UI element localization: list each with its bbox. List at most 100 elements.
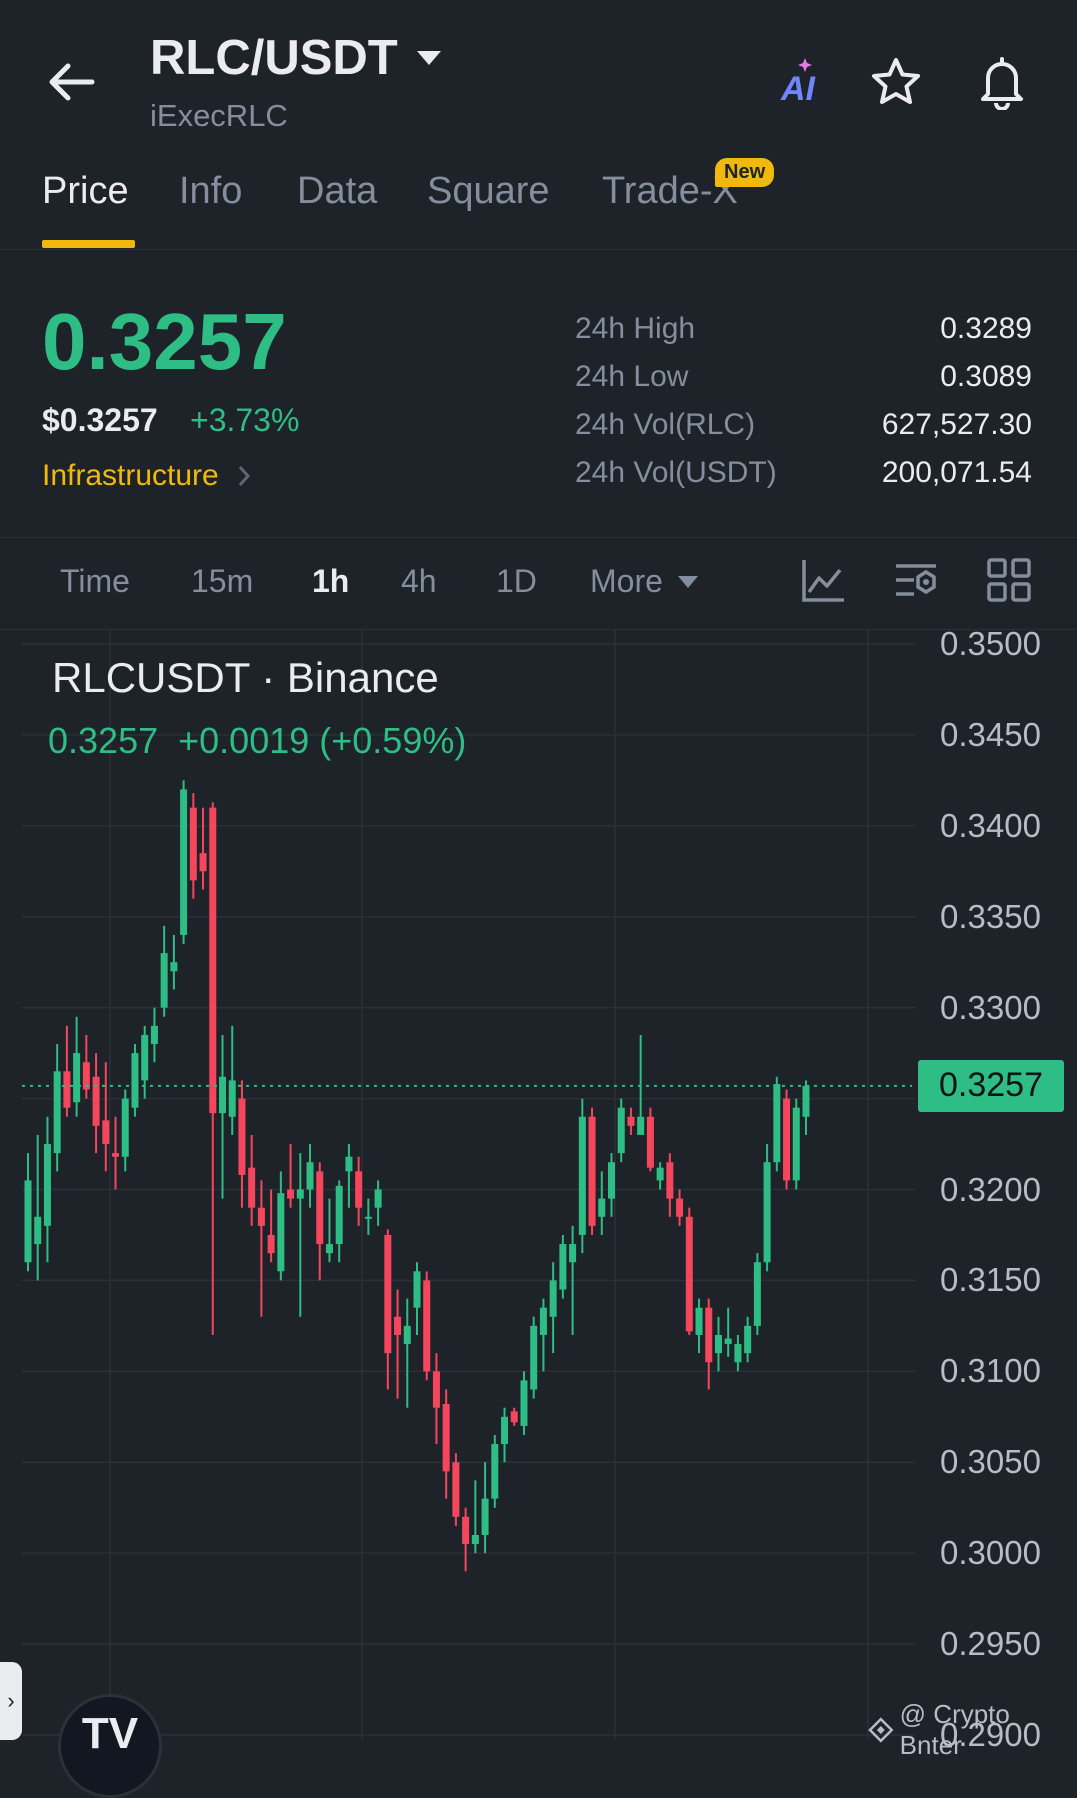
- candle: [617, 1098, 625, 1163]
- candle-body: [218, 1076, 227, 1114]
- indicator-settings-button[interactable]: [892, 556, 940, 604]
- candle-body: [481, 1498, 489, 1535]
- legend-price: 0.3257: [48, 720, 159, 761]
- candle-body: [530, 1325, 538, 1390]
- candle: [92, 1053, 100, 1154]
- candle-body: [199, 853, 207, 872]
- candle: [705, 1298, 713, 1390]
- tab-data[interactable]: Data: [297, 170, 377, 213]
- candle-body: [452, 1462, 460, 1517]
- candle-body: [695, 1307, 703, 1335]
- candle-body: [335, 1185, 343, 1245]
- candle: [792, 1098, 800, 1190]
- candle: [189, 793, 197, 899]
- stat-vol-base-value: 627,527.30: [881, 408, 1032, 441]
- favorite-button[interactable]: [866, 52, 926, 112]
- line-chart-icon: [802, 560, 844, 602]
- candle-body: [462, 1516, 470, 1545]
- candle-body: [491, 1444, 499, 1499]
- candle: [724, 1307, 732, 1357]
- candle: [763, 1144, 771, 1272]
- new-badge: New: [715, 158, 775, 187]
- interval-15m[interactable]: 15m: [191, 563, 253, 600]
- candle-body: [705, 1307, 713, 1363]
- interval-more[interactable]: More: [590, 563, 699, 600]
- tab-info[interactable]: Info: [179, 170, 242, 213]
- candle-body: [685, 1216, 693, 1332]
- candle-body: [189, 807, 197, 881]
- candle-body: [355, 1171, 363, 1208]
- candle: [355, 1156, 363, 1226]
- candle-body: [267, 1234, 275, 1254]
- candle: [753, 1253, 761, 1335]
- interval-time[interactable]: Time: [60, 563, 130, 600]
- tab-price[interactable]: Price: [42, 170, 129, 213]
- candle: [714, 1316, 722, 1372]
- ai-button[interactable]: AI: [768, 52, 828, 112]
- candle: [218, 1034, 227, 1199]
- candlestick-chart[interactable]: [0, 630, 1077, 1740]
- candle-body: [394, 1316, 402, 1335]
- bell-icon: [981, 57, 1023, 110]
- stat-vol-quote-label: 24h Vol(USDT): [575, 456, 777, 489]
- candle: [199, 807, 207, 890]
- stat-vol-quote-value: 200,071.54: [881, 456, 1032, 489]
- stat-low-label: 24h Low: [575, 360, 689, 393]
- candle: [287, 1144, 295, 1208]
- interval-more-label: More: [590, 563, 663, 599]
- tab-square[interactable]: Square: [427, 170, 550, 213]
- candle-body: [112, 1153, 120, 1157]
- candle: [403, 1298, 411, 1408]
- category-link[interactable]: Infrastructure: [42, 459, 251, 493]
- interval-1d[interactable]: 1D: [496, 563, 537, 600]
- candle: [559, 1234, 567, 1299]
- candle-body: [374, 1189, 382, 1208]
- chart-grid: [22, 630, 915, 1740]
- side-drawer-toggle[interactable]: ›: [0, 1662, 22, 1740]
- candle-body: [413, 1271, 421, 1308]
- chevron-down-icon: [416, 51, 441, 65]
- stat-low-value: 0.3089: [940, 360, 1032, 393]
- candle-body: [73, 1053, 81, 1103]
- candle: [734, 1334, 742, 1372]
- chevron-right-icon: ›: [7, 1688, 15, 1713]
- candle: [102, 1062, 110, 1172]
- candle: [53, 1044, 61, 1172]
- y-axis-tick: 0.2950: [940, 1625, 1041, 1663]
- interval-4h[interactable]: 4h: [401, 563, 437, 600]
- tradingview-logo[interactable]: TV: [58, 1694, 162, 1798]
- candle-body: [432, 1371, 440, 1408]
- y-axis-tick: 0.3450: [940, 715, 1041, 753]
- candle: [432, 1353, 440, 1445]
- y-axis-tick: 0.3350: [940, 897, 1041, 935]
- candle: [783, 1089, 791, 1190]
- candle: [520, 1371, 528, 1435]
- candle-body: [442, 1404, 450, 1472]
- candle: [24, 1153, 32, 1272]
- candle: [510, 1407, 518, 1426]
- candle-body: [520, 1380, 528, 1426]
- candle: [685, 1207, 693, 1335]
- candle-body: [549, 1280, 557, 1317]
- y-axis-tick: 0.3150: [940, 1261, 1041, 1299]
- candle-body: [744, 1325, 752, 1354]
- candle-body: [646, 1116, 654, 1168]
- y-axis-tick: 0.3100: [940, 1352, 1041, 1390]
- ai-icon: AI: [781, 56, 815, 109]
- candle-body: [160, 953, 168, 1008]
- diamond-logo-icon: [868, 1717, 894, 1743]
- candle: [209, 802, 217, 1335]
- candle-body: [53, 1071, 61, 1154]
- candle-body: [676, 1198, 684, 1217]
- back-button[interactable]: [44, 58, 100, 106]
- candle: [773, 1076, 781, 1172]
- candle: [257, 1180, 265, 1317]
- interval-1h[interactable]: 1h: [312, 563, 349, 600]
- candle-body: [637, 1116, 645, 1135]
- line-chart-button[interactable]: [800, 556, 848, 604]
- candle-body: [325, 1244, 333, 1254]
- layout-button[interactable]: [985, 556, 1033, 604]
- alert-button[interactable]: [972, 52, 1032, 112]
- candle-body: [734, 1344, 742, 1363]
- pair-selector[interactable]: RLC/USDT: [150, 30, 444, 86]
